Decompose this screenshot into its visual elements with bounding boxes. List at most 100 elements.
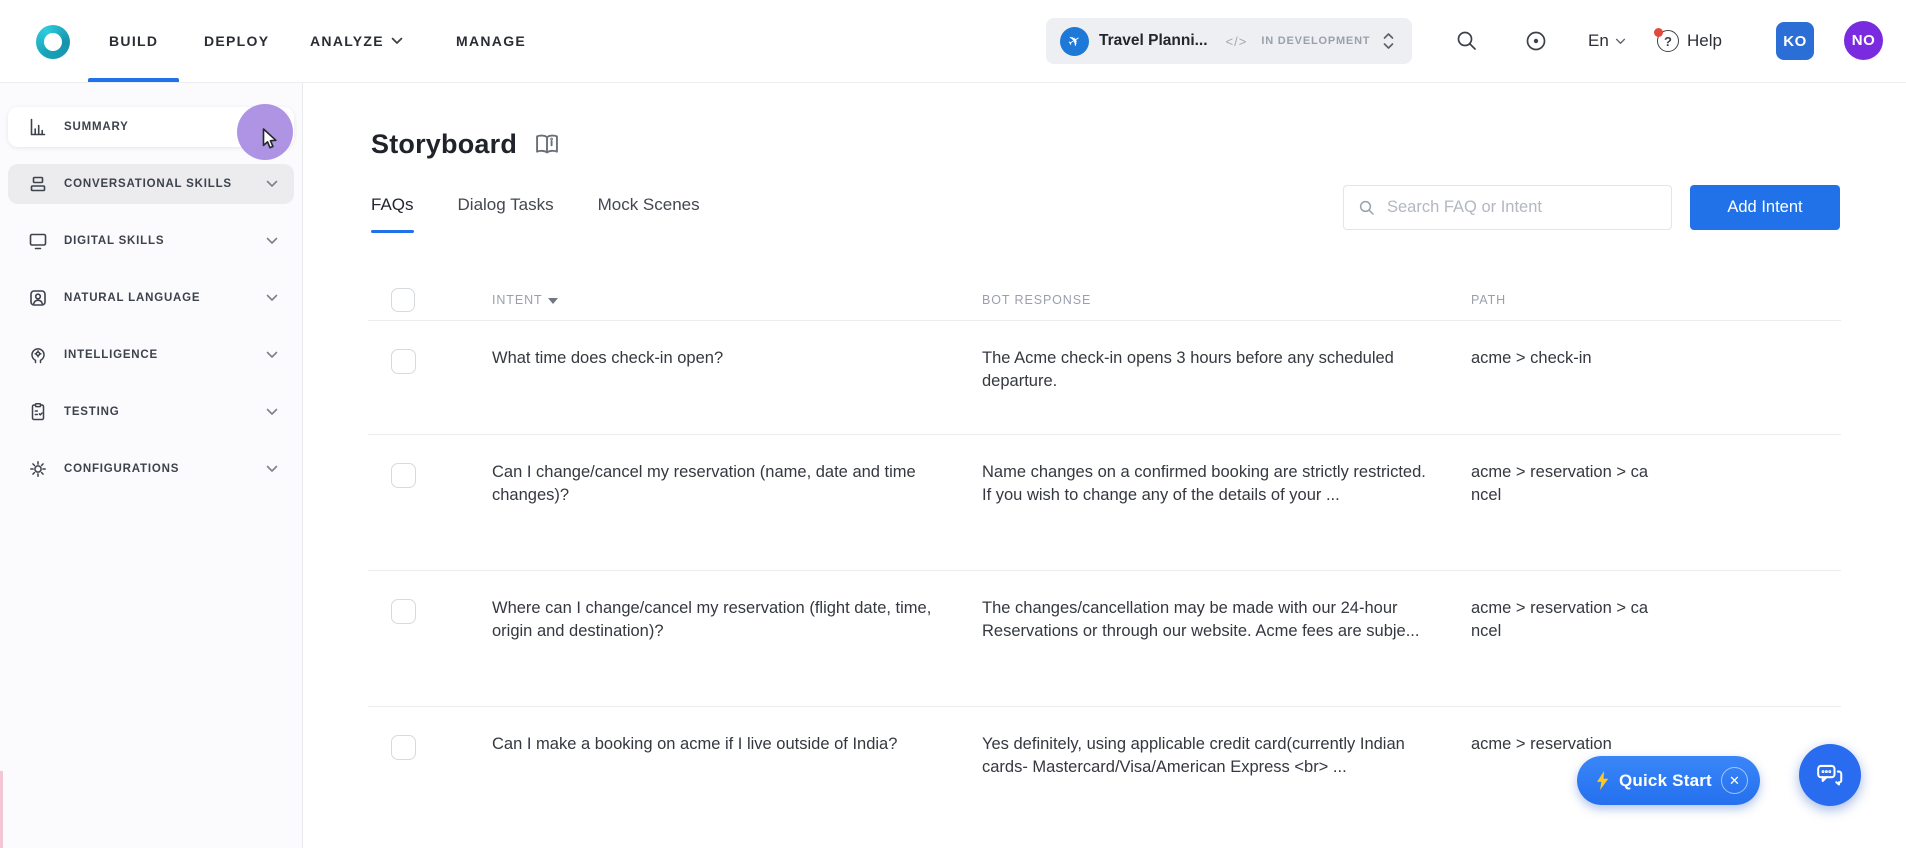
table-row[interactable]: Where can I change/cancel my reservation… — [368, 570, 1841, 706]
chevron-down-icon — [266, 408, 278, 415]
search-icon[interactable] — [1455, 29, 1479, 53]
version-stepper-icon[interactable] — [1382, 31, 1395, 51]
sidebar-item-summary[interactable]: SUMMARY — [8, 107, 294, 147]
language-selector[interactable]: En — [1588, 0, 1626, 82]
path-cell: acme > check-in — [1471, 349, 1592, 367]
bot-response-cell: The Acme check-in opens 3 hours before a… — [982, 349, 1394, 391]
tab-label: Dialog Tasks — [457, 195, 554, 214]
tab-label: Mock Scenes — [597, 195, 700, 214]
bar-chart-icon — [30, 118, 46, 136]
column-header-intent[interactable]: INTENT — [492, 293, 982, 307]
intent-cell: Can I make a booking on acme if I live o… — [492, 735, 898, 753]
sidebar-item-label: CONFIGURATIONS — [64, 463, 180, 475]
tab-faqs[interactable]: FAQs — [371, 195, 414, 233]
sidebar-item-label: CONVERSATIONAL SKILLS — [64, 178, 232, 190]
column-header-path[interactable]: PATH — [1471, 293, 1841, 307]
sidebar-item-natural-language[interactable]: NATURAL LANGUAGE — [8, 278, 294, 318]
row-checkbox[interactable] — [391, 735, 416, 760]
chevron-down-icon — [266, 180, 278, 187]
workspace-avatar[interactable]: KO — [1776, 22, 1814, 60]
table-header-row: INTENT BOT RESPONSE PATH — [368, 280, 1841, 320]
user-avatar[interactable]: NO — [1844, 21, 1883, 60]
row-checkbox[interactable] — [391, 349, 416, 374]
help-label: Help — [1687, 31, 1722, 50]
sort-desc-icon — [547, 297, 558, 304]
close-icon[interactable]: ✕ — [1720, 767, 1748, 794]
monitor-icon — [29, 233, 47, 250]
language-label: En — [1588, 31, 1609, 50]
add-intent-button[interactable]: Add Intent — [1690, 185, 1840, 230]
quick-start-label: Quick Start — [1619, 770, 1712, 790]
app-plane-icon: ✈ — [1060, 26, 1089, 56]
intent-cell: Where can I change/cancel my reservation… — [492, 599, 932, 641]
column-header-bot-response[interactable]: BOT RESPONSE — [982, 293, 1471, 307]
tab-mock-scenes[interactable]: Mock Scenes — [598, 195, 700, 233]
app-screen: BUILD DEPLOY ANALYZE MANAGE ✈ Travel Pla… — [0, 0, 1906, 848]
tab-dialog-tasks[interactable]: Dialog Tasks — [458, 195, 554, 233]
sidebar-item-label: NATURAL LANGUAGE — [64, 292, 201, 304]
column-label: INTENT — [492, 293, 543, 307]
quick-start-button[interactable]: Quick Start ✕ — [1577, 756, 1760, 805]
person-frame-icon — [30, 290, 46, 306]
nav-manage-label: MANAGE — [456, 33, 527, 49]
table-row[interactable]: What time does check-in open? The Acme c… — [368, 320, 1841, 434]
chevron-down-icon — [391, 37, 403, 44]
sidebar-item-configurations[interactable]: CONFIGURATIONS — [8, 449, 294, 489]
layers-icon — [30, 176, 46, 192]
head-gear-icon — [31, 348, 45, 364]
page-title: Storyboard — [371, 129, 518, 159]
nav-analyze-label: ANALYZE — [310, 33, 384, 49]
sidebar-item-intelligence[interactable]: INTELLIGENCE — [8, 335, 294, 375]
top-bar: BUILD DEPLOY ANALYZE MANAGE ✈ Travel Pla… — [0, 0, 1906, 83]
chevron-down-icon — [266, 351, 278, 358]
chat-widget-button[interactable] — [1799, 744, 1861, 806]
notification-dot — [1654, 28, 1663, 37]
left-sidebar: SUMMARY CONVERSATIONAL SKILLS DIGITAL SK… — [0, 83, 303, 848]
app-selector[interactable]: ✈ Travel Planni... </> IN DEVELOPMENT — [1046, 18, 1412, 64]
gear-icon — [30, 461, 46, 477]
row-checkbox[interactable] — [391, 599, 416, 624]
target-icon[interactable] — [1524, 29, 1548, 53]
select-all-checkbox[interactable] — [391, 288, 415, 312]
sidebar-item-label: SUMMARY — [64, 121, 129, 133]
sidebar-item-label: INTELLIGENCE — [64, 349, 158, 361]
app-name: Travel Planni... — [1099, 32, 1208, 49]
lightning-bolt-icon — [1597, 771, 1609, 790]
tab-label: FAQs — [371, 195, 414, 214]
clipboard-icon — [31, 403, 45, 421]
chevron-down-icon — [266, 465, 278, 472]
chevron-down-icon — [266, 294, 278, 301]
screen-artifact — [0, 771, 3, 848]
app-status-badge: IN DEVELOPMENT — [1261, 35, 1371, 47]
row-checkbox[interactable] — [391, 463, 416, 488]
chat-bubbles-icon — [1817, 764, 1843, 786]
faq-search-box — [1343, 185, 1672, 230]
sidebar-item-label: TESTING — [64, 406, 120, 418]
help-icon: ? — [1654, 28, 1679, 52]
chevron-down-icon — [1615, 38, 1625, 44]
table-row[interactable]: Can I change/cancel my reservation (name… — [368, 434, 1841, 570]
path-cell: acme > reservation > cancel — [1471, 599, 1649, 641]
docs-book-icon[interactable] — [533, 133, 561, 156]
nav-analyze[interactable]: ANALYZE — [310, 0, 403, 82]
help-button[interactable]: ? Help — [1654, 0, 1722, 82]
intent-cell: Can I change/cancel my reservation (name… — [492, 463, 916, 505]
sidebar-item-digital-skills[interactable]: DIGITAL SKILLS — [8, 221, 294, 261]
chevron-down-icon — [266, 237, 278, 244]
nav-deploy[interactable]: DEPLOY — [204, 0, 269, 82]
sidebar-item-conversational-skills[interactable]: CONVERSATIONAL SKILLS — [8, 164, 294, 204]
intent-cell: What time does check-in open? — [492, 349, 724, 367]
sidebar-item-testing[interactable]: TESTING — [8, 392, 294, 432]
faq-search-input[interactable] — [1387, 198, 1657, 217]
nav-manage[interactable]: MANAGE — [456, 0, 526, 82]
bot-response-cell: Yes definitely, using applicable credit … — [982, 735, 1405, 777]
kore-logo-icon[interactable] — [36, 25, 70, 59]
nav-build[interactable]: BUILD — [87, 0, 180, 82]
bot-response-cell: The changes/cancellation may be made wit… — [982, 599, 1420, 641]
bot-response-cell: Name changes on a confirmed booking are … — [982, 463, 1426, 505]
nav-deploy-label: DEPLOY — [204, 33, 270, 49]
search-icon — [1359, 200, 1374, 215]
code-icon: </> — [1225, 33, 1248, 49]
storyboard-tabs: FAQs Dialog Tasks Mock Scenes — [371, 195, 700, 233]
column-label: BOT RESPONSE — [982, 293, 1092, 307]
